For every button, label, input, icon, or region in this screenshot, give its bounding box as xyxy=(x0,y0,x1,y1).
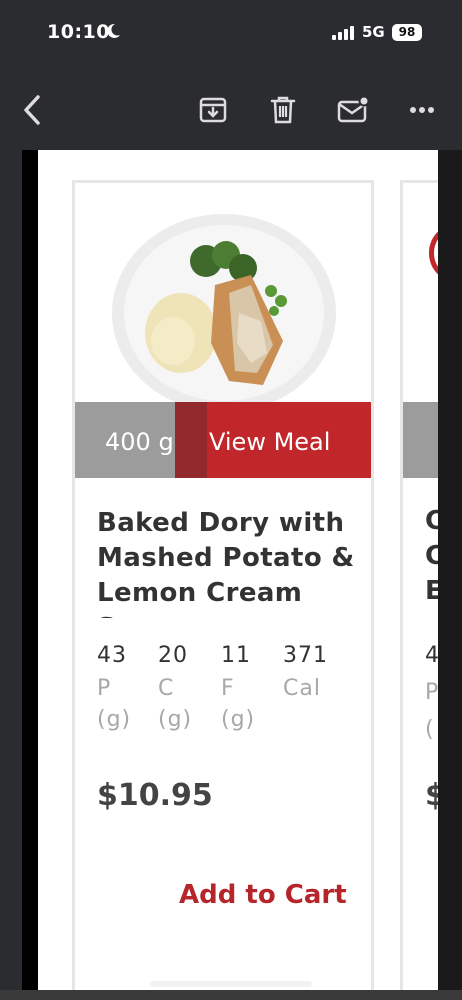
view-meal-button[interactable]: View Meal xyxy=(175,402,371,478)
macro-value: 43 xyxy=(97,643,127,668)
meal-weight: 400 g xyxy=(75,402,175,478)
right-edge xyxy=(438,150,462,990)
macro-calories: 371 Cal xyxy=(283,643,328,707)
macro-fat: 11 F (g) xyxy=(221,643,255,732)
archive-button[interactable] xyxy=(193,90,233,130)
chevron-left-icon xyxy=(24,95,40,125)
meal-price: $10.95 xyxy=(97,778,213,813)
next-macro-value: 4 xyxy=(425,643,438,668)
meal-card: 400 g View Meal Baked Dory with Mashed P… xyxy=(72,180,374,990)
meal-label-bar: 400 g View Meal xyxy=(75,402,371,478)
battery-indicator: 98 xyxy=(392,24,422,41)
meal-title[interactable]: Baked Dory with Mashed Potato & Lemon Cr… xyxy=(97,506,357,618)
meal-weight-text: 400 g xyxy=(105,428,174,456)
label-overlap xyxy=(175,402,207,478)
macro-carbs: 20 C (g) xyxy=(158,643,192,732)
mail-dot-icon xyxy=(337,96,369,123)
more-horizontal-icon xyxy=(410,107,434,113)
next-meal-title-line: C xyxy=(425,506,438,536)
signal-icon xyxy=(332,26,354,40)
email-content: 400 g View Meal Baked Dory with Mashed P… xyxy=(38,150,438,990)
meal-image xyxy=(112,214,336,412)
next-macro-label: P xyxy=(425,680,438,705)
macro-label: C xyxy=(158,676,175,701)
trash-icon xyxy=(270,96,296,124)
mark-unread-button[interactable] xyxy=(333,90,373,130)
macro-value: 11 xyxy=(221,643,251,668)
macro-unit: (g) xyxy=(158,707,193,732)
moon-icon xyxy=(107,23,120,38)
next-meal-title-line: E xyxy=(425,576,438,606)
next-macro-unit: ( xyxy=(425,717,434,742)
next-meal-card[interactable]: C C E 4 P ( $ xyxy=(400,180,438,990)
next-meal-price: $ xyxy=(425,778,438,813)
email-toolbar xyxy=(0,70,462,150)
bottom-bar xyxy=(0,990,462,1000)
macro-protein: 43 P (g) xyxy=(97,643,131,732)
brand-logo xyxy=(429,223,438,283)
more-button[interactable] xyxy=(402,90,442,130)
add-to-cart-button[interactable]: Add to Cart xyxy=(179,880,347,910)
macro-label: F xyxy=(221,676,235,701)
macro-value: 371 xyxy=(283,643,328,668)
back-button[interactable] xyxy=(12,90,52,130)
macros: 43 P (g) 20 C (g) 11 F (g) 371 Cal xyxy=(97,643,357,763)
delete-button[interactable] xyxy=(263,90,303,130)
macro-value: 20 xyxy=(158,643,188,668)
status-bar: 10:10 5G 98 xyxy=(0,0,462,70)
archive-icon xyxy=(199,97,227,123)
next-meal-label-bar xyxy=(403,402,438,478)
view-meal-label: View Meal xyxy=(209,428,331,456)
next-meal-title-line: C xyxy=(425,541,438,571)
macro-label: Cal xyxy=(283,676,321,701)
macro-unit: (g) xyxy=(97,707,132,732)
left-edge xyxy=(22,150,38,990)
clock: 10:10 xyxy=(47,21,110,43)
macro-label: P xyxy=(97,676,112,701)
network-type: 5G xyxy=(362,23,385,41)
home-indicator[interactable] xyxy=(150,981,312,987)
macro-unit: (g) xyxy=(221,707,256,732)
